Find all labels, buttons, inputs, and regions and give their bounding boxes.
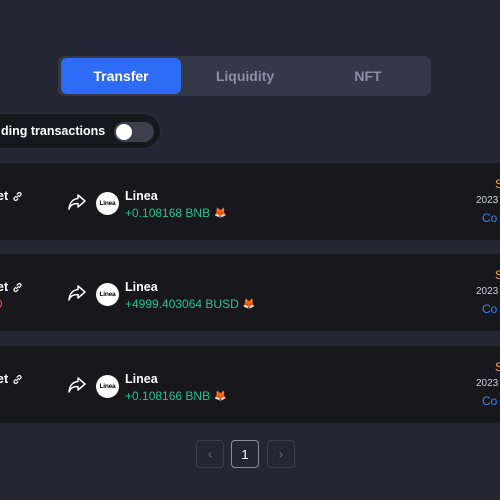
transaction-row: et SD Linea Linea +4999.403064 BUSD🦊 S 2… (0, 254, 500, 331)
status-text: S (495, 177, 500, 191)
from-wallet: et (0, 280, 23, 294)
action-link[interactable]: Co (482, 394, 497, 408)
transaction-row: et 3 Linea Linea +0.108168 BNB🦊 S 2023 C… (0, 163, 500, 240)
next-page-button[interactable]: › (267, 440, 295, 468)
toggle-label: ding transactions (1, 124, 106, 138)
pending-transactions-toggle-container: ding transactions (0, 113, 161, 149)
share-arrow-icon (68, 194, 86, 210)
chain-logo: Linea (96, 375, 119, 398)
tab-bar: Transfer Liquidity NFT (58, 56, 431, 96)
fox-wallet-icon[interactable]: 🦊 (214, 391, 226, 402)
to-amount: +0.108166 BNB 🦊 (125, 389, 227, 403)
to-amount: +0.108168 BNB 🦊 (125, 206, 227, 220)
from-wallet-label: et (0, 280, 9, 294)
page-number-button[interactable]: 1 (231, 440, 259, 468)
link-icon[interactable] (12, 282, 23, 293)
chain-name: Linea (125, 372, 158, 386)
from-wallet: et (0, 372, 23, 386)
chain-name: Linea (125, 189, 158, 203)
tab-liquidity[interactable]: Liquidity (185, 58, 305, 94)
link-icon[interactable] (12, 191, 23, 202)
prev-page-button[interactable]: ‹ (196, 440, 224, 468)
fox-wallet-icon[interactable]: 🦊 (243, 299, 255, 310)
action-link[interactable]: Co (482, 211, 497, 225)
to-amount: +4999.403064 BUSD 🦊 (125, 297, 256, 311)
chain-name: Linea (125, 280, 158, 294)
timestamp: 2023 (476, 286, 499, 297)
timestamp: 2023 (476, 195, 499, 206)
chain-logo: Linea (96, 192, 119, 215)
status-text: S (495, 360, 500, 374)
status-text: S (495, 268, 500, 282)
tab-nft[interactable]: NFT (308, 58, 428, 94)
share-arrow-icon (68, 377, 86, 393)
from-amount: SD (0, 297, 3, 311)
fox-wallet-icon[interactable]: 🦊 (214, 208, 226, 219)
from-wallet: et (0, 189, 23, 203)
chain-logo: Linea (96, 283, 119, 306)
switch-knob (116, 124, 132, 140)
action-link[interactable]: Co (482, 302, 497, 316)
share-arrow-icon (68, 285, 86, 301)
transaction-row: et 3 Linea Linea +0.108166 BNB🦊 S 2023 C… (0, 346, 500, 423)
timestamp: 2023 (476, 378, 499, 389)
link-icon[interactable] (12, 374, 23, 385)
pending-transactions-switch[interactable] (114, 122, 154, 142)
tab-transfer[interactable]: Transfer (61, 58, 181, 94)
from-wallet-label: et (0, 372, 9, 386)
from-wallet-label: et (0, 189, 9, 203)
